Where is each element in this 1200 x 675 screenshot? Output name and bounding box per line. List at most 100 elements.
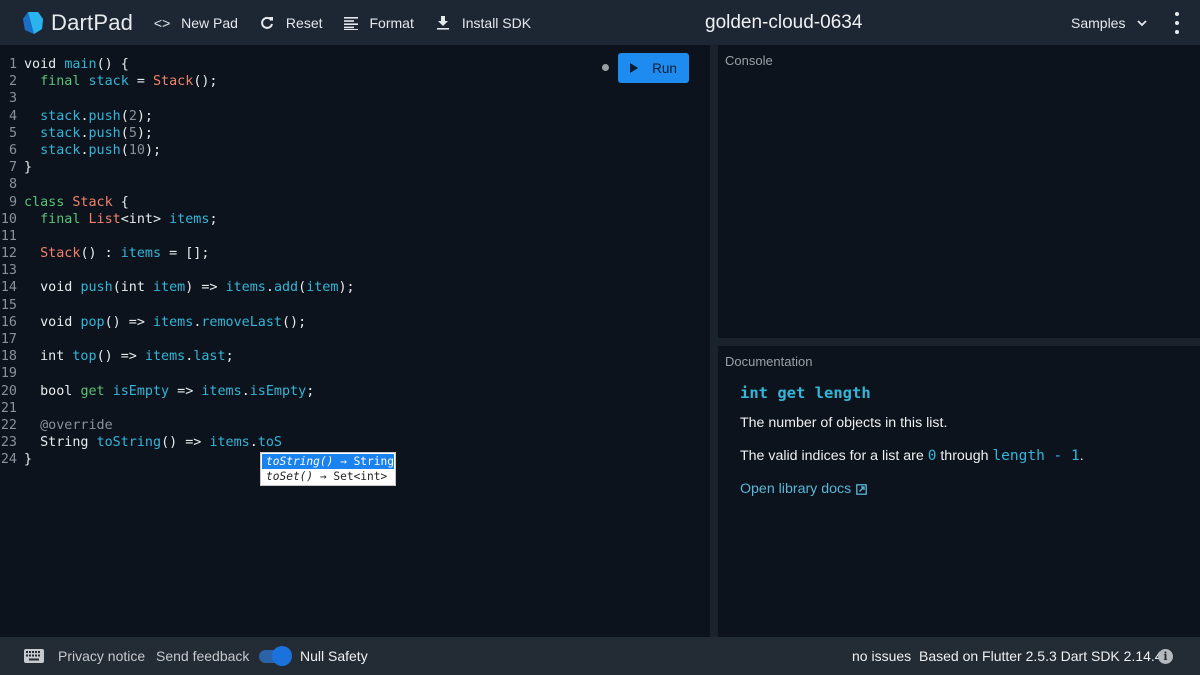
horizontal-splitter[interactable] [718,338,1200,346]
code-token: 10 [128,142,145,158]
code-token: = []; [161,246,210,262]
suggestion-type: → Set<int> [313,470,388,483]
console-label: Console [725,53,773,68]
code-line[interactable]: 16 void pop() => items.removeLast(); [0,314,355,331]
version-info: Based on Flutter 2.5.3 Dart SDK 2.14.4 [919,648,1163,664]
more-options-icon[interactable] [1170,12,1184,34]
code-token: () => [96,349,145,365]
autocomplete-popup[interactable]: toString() → String toSet() → Set<int> [260,452,396,486]
autocomplete-item[interactable]: toString() → String [262,454,394,469]
pad-title[interactable]: golden-cloud-0634 [705,0,862,45]
code-line[interactable]: 20 bool get isEmpty => items.isEmpty; [0,383,355,400]
code-lines[interactable]: 1 void main() {2 final stack = Stack(); 3 4… [0,56,355,469]
code-line[interactable]: 14 void push(int item) => items.add(item… [0,279,355,296]
suggestion-type: → String [333,455,394,468]
install-sdk-button[interactable]: Install SDK [434,14,531,32]
line-text: String toString() => items.toS [24,434,282,451]
line-number: 8 [8,177,17,193]
code-line[interactable]: 18 int top() => items.last; [0,348,355,365]
code-token: void [24,314,81,330]
code-line[interactable]: 22 @override [0,417,355,434]
code-token: items [120,246,162,262]
app-header: DartPad <> New Pad Reset Format Install … [0,0,1200,45]
code-token: () => [161,435,210,451]
code-token: . [249,435,258,451]
code-token: ); [144,142,162,158]
line-number: 19 [0,366,17,382]
code-token: class [24,194,73,210]
new-pad-button[interactable]: <> New Pad [153,14,238,32]
code-line[interactable]: 10 final List<int> items; [0,211,355,228]
code-line[interactable]: 7} [0,159,355,176]
code-line[interactable]: 8 [0,176,355,193]
code-token: void [24,57,65,72]
code-line[interactable]: 23 String toString() => items.toS [0,434,355,451]
run-label: Run [652,60,677,76]
code-line[interactable]: 19 [0,365,355,382]
format-button[interactable]: Format [342,14,414,32]
code-token: item [153,280,186,296]
samples-label: Samples [1071,14,1126,31]
line-number: 22 [0,417,17,433]
code-line[interactable]: 15 [0,297,355,314]
privacy-notice-link[interactable]: Privacy notice [58,648,145,664]
refresh-icon [258,14,276,32]
send-feedback-link[interactable]: Send feedback [156,648,249,664]
keyboard-icon[interactable] [24,649,44,663]
code-token: stack [40,108,81,124]
autocomplete-item[interactable]: toSet() → Set<int> [262,469,394,484]
code-token: get [80,383,113,399]
line-number: 16 [0,314,17,330]
open-library-docs-link[interactable]: Open library docs [740,481,868,497]
code-token: @override [40,417,113,433]
code-token: ); [338,280,355,296]
code-line[interactable]: 11 [0,228,355,245]
code-token: ( [120,142,129,158]
line-text: int top() => items.last; [24,348,234,365]
code-line[interactable]: 6 stack.push(10); [0,142,355,159]
run-button[interactable]: Run [618,53,689,83]
line-number: 17 [0,332,17,347]
line-number: 3 [8,91,17,107]
code-token: ); [136,108,153,124]
code-line[interactable]: 4 stack.push(2); [0,108,355,125]
code-token: item [306,280,339,296]
code-token: items [144,349,186,365]
suggestion-name: toSet() [266,470,314,483]
code-line[interactable]: 2 final stack = Stack(); [0,73,355,90]
info-icon[interactable]: i [1158,649,1173,664]
dartpad-logo[interactable]: DartPad [22,10,133,36]
null-safety-label: Null Safety [300,648,368,664]
code-line[interactable]: 17 [0,331,355,348]
code-token: toS [257,435,282,451]
code-line[interactable]: 3 [0,90,355,107]
line-number: 10 [0,211,17,227]
code-token: void [24,280,81,296]
console-panel: Console [718,45,1200,338]
line-text: Stack() : items = []; [24,245,209,262]
line-number: 14 [0,280,17,296]
code-token: last [193,349,226,365]
vertical-splitter[interactable] [710,45,718,637]
line-number: 5 [8,125,17,141]
line-text: void push(int item) => items.add(item); [24,279,355,296]
code-line[interactable]: 9 class Stack { [0,194,355,211]
code-line[interactable]: 1 void main() { [0,56,355,73]
status-bar: Privacy notice Send feedback Null Safety… [0,637,1200,675]
code-line[interactable]: 13 [0,262,355,279]
issues-status[interactable]: no issues [852,648,911,664]
null-safety-toggle[interactable] [259,646,292,666]
code-line[interactable]: 21 [0,400,355,417]
code-line[interactable]: 5 stack.push(5); [0,125,355,142]
code-editor[interactable]: 1 void main() {2 final stack = Stack(); 3 4… [0,45,710,637]
reset-button[interactable]: Reset [258,14,323,32]
line-text: @override [24,417,113,434]
code-token: ); [136,125,153,141]
dart-logo-icon [23,11,43,34]
doc-text: . [1079,448,1084,464]
code-token: ( [298,280,307,296]
code-line[interactable]: 12 Stack() : items = []; [0,245,355,262]
code-token: (int [112,280,153,296]
samples-dropdown[interactable]: Samples [1071,0,1149,45]
line-number: 9 [8,194,17,210]
